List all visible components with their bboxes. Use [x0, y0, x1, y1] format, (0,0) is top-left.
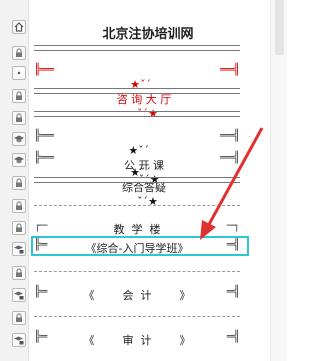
- annotation-arrow-icon: [200, 127, 264, 240]
